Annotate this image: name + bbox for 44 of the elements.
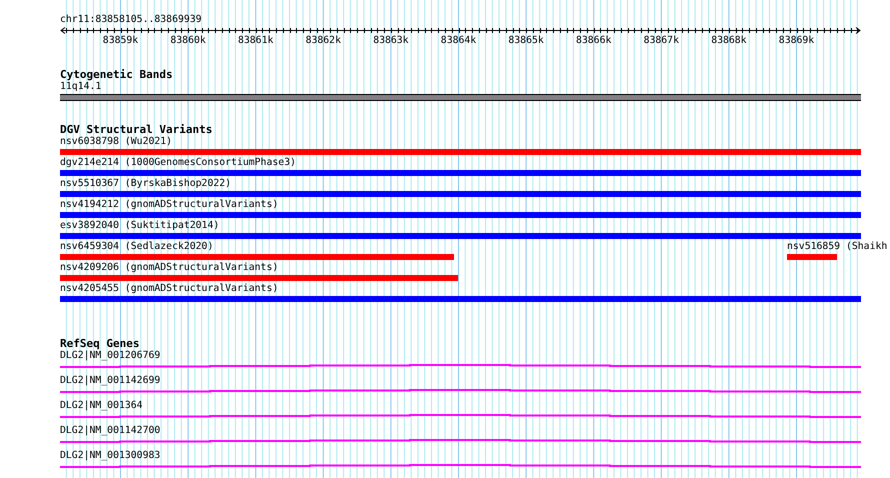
gene-line[interactable] bbox=[60, 412, 861, 420]
gene-label: DLG2|NM_001142699 bbox=[60, 375, 160, 387]
gene-line[interactable] bbox=[60, 387, 861, 395]
tick-label: 83869k bbox=[778, 35, 814, 47]
gene-line[interactable] bbox=[60, 462, 861, 470]
tick-label: 83868k bbox=[710, 35, 747, 47]
variant-label: dgv214e214 (1000GenomesConsortiumPhase3) bbox=[60, 157, 296, 169]
variant-label: nsv4194212 (gnomADStructuralVariants) bbox=[60, 199, 278, 211]
gene-label: DLG2|NM_001206769 bbox=[60, 350, 160, 362]
gene-label: DLG2|NM_001300983 bbox=[60, 450, 160, 462]
tick-label: 83866k bbox=[576, 35, 612, 47]
location-label: chr11:83858105..83869939 bbox=[60, 13, 203, 26]
variant-label: nsv4209206 (gnomADStructuralVariants) bbox=[60, 262, 278, 274]
variant-bar[interactable] bbox=[60, 191, 861, 197]
variant-bar[interactable] bbox=[60, 275, 458, 281]
variant-bar[interactable] bbox=[60, 212, 861, 218]
track-title: DGV Structural Variants bbox=[60, 123, 214, 136]
variant-label: nsv6459304 (Sedlazeck2020) bbox=[60, 241, 214, 253]
tick-label: 83867k bbox=[643, 35, 680, 47]
gene-label: DLG2|NM_001142700 bbox=[60, 425, 160, 437]
variant-label: nsv516859 (Shaikh bbox=[787, 241, 888, 253]
variant-bar[interactable] bbox=[60, 149, 861, 155]
tick-label: 83860k bbox=[170, 35, 206, 47]
tick-label: 83864k bbox=[440, 35, 476, 47]
variant-bar[interactable] bbox=[60, 233, 861, 239]
gene-line[interactable] bbox=[60, 437, 861, 445]
track-title: RefSeq Genes bbox=[60, 337, 140, 350]
band-label: 11q14.1 bbox=[60, 81, 102, 93]
variant-bar[interactable] bbox=[60, 254, 454, 260]
tick-label: 83865k bbox=[508, 35, 544, 47]
tick-label: 83861k bbox=[238, 35, 274, 47]
variant-label: nsv4205455 (gnomADStructuralVariants) bbox=[60, 283, 278, 295]
variant-bar[interactable] bbox=[787, 254, 837, 260]
variant-label: nsv5510367 (ByrskaBishop2022) bbox=[60, 178, 232, 190]
gene-line[interactable] bbox=[60, 362, 861, 370]
tick-label: 83862k bbox=[305, 35, 342, 47]
variant-bar[interactable] bbox=[60, 296, 861, 302]
variant-label: esv3892040 (Suktitipat2014) bbox=[60, 220, 220, 232]
tick-label: 83863k bbox=[372, 35, 409, 47]
variant-bar[interactable] bbox=[60, 170, 861, 176]
track-title: Cytogenetic Bands bbox=[60, 68, 174, 81]
gene-label: DLG2|NM_001364 bbox=[60, 400, 143, 412]
tick-label: 83859k bbox=[102, 35, 138, 47]
variant-label: nsv6038798 (Wu2021) bbox=[60, 136, 172, 148]
